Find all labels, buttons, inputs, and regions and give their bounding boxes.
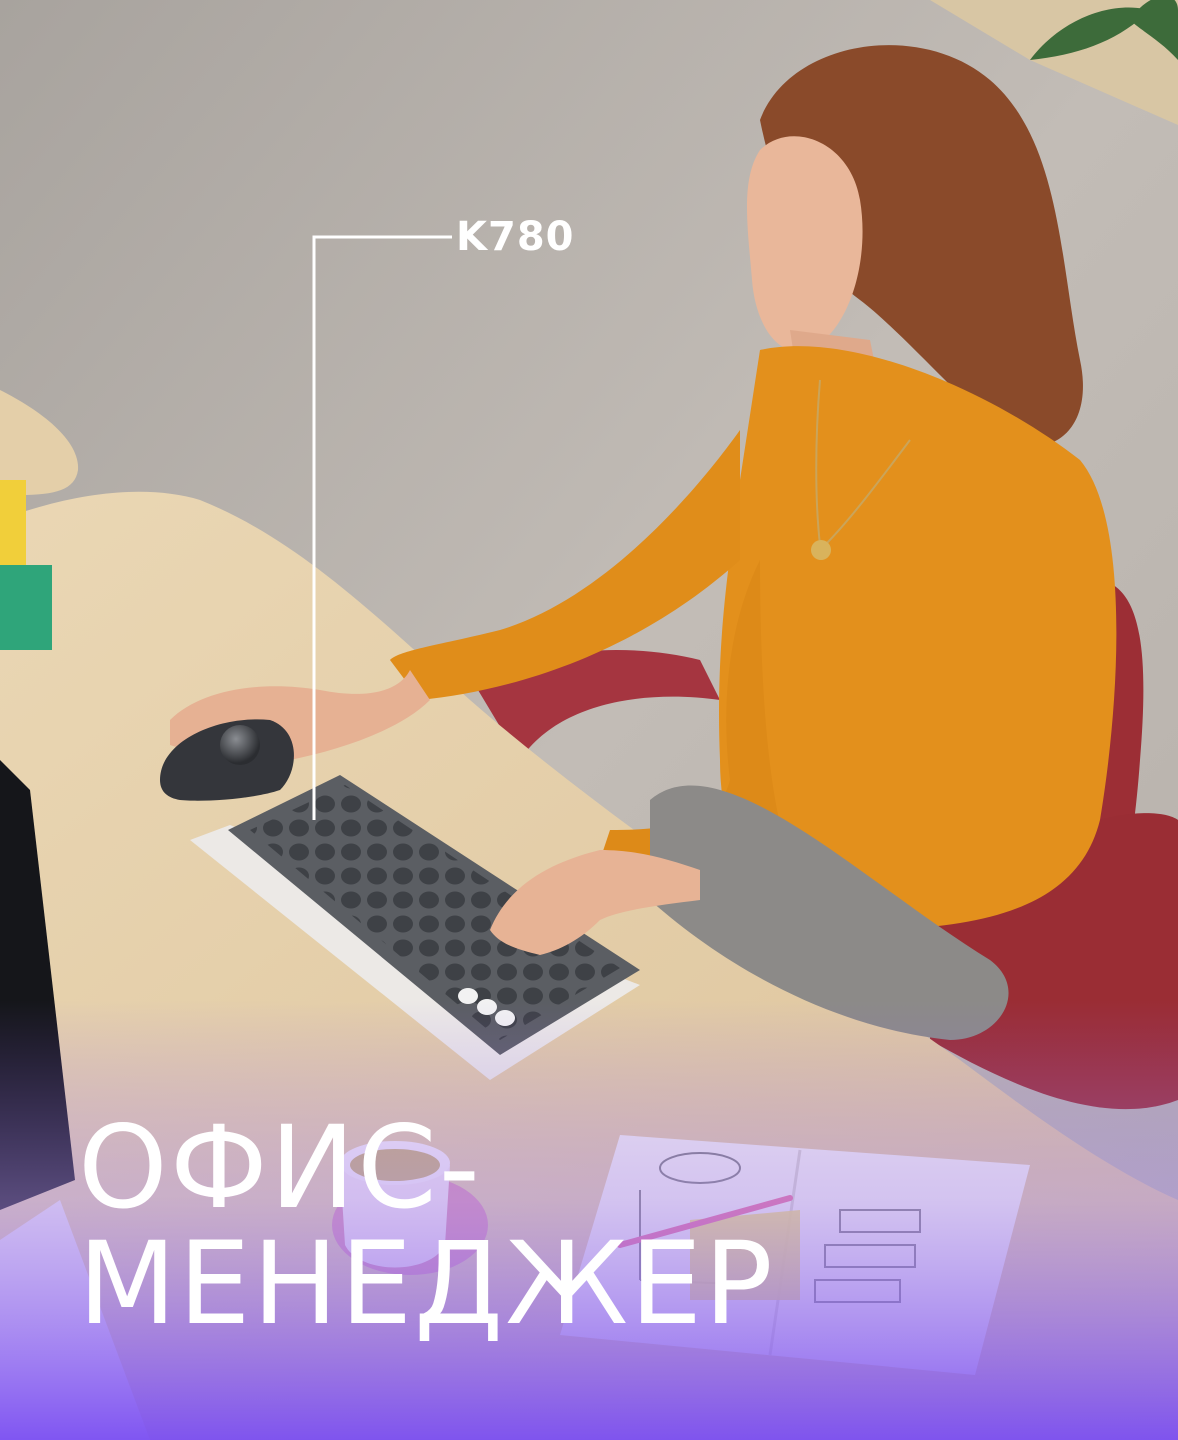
promo-card: K780 ОФИС- МЕНЕДЖЕР [0,0,1178,1440]
headline: ОФИС- МЕНЕДЖЕР [78,1110,775,1342]
headline-line-2: МЕНЕДЖЕР [78,1217,775,1350]
green-notebook [0,565,52,650]
pendant [811,540,831,560]
headline-line-1: ОФИС- [78,1101,482,1234]
trackball [220,725,260,765]
callout-label: K780 [456,214,575,260]
